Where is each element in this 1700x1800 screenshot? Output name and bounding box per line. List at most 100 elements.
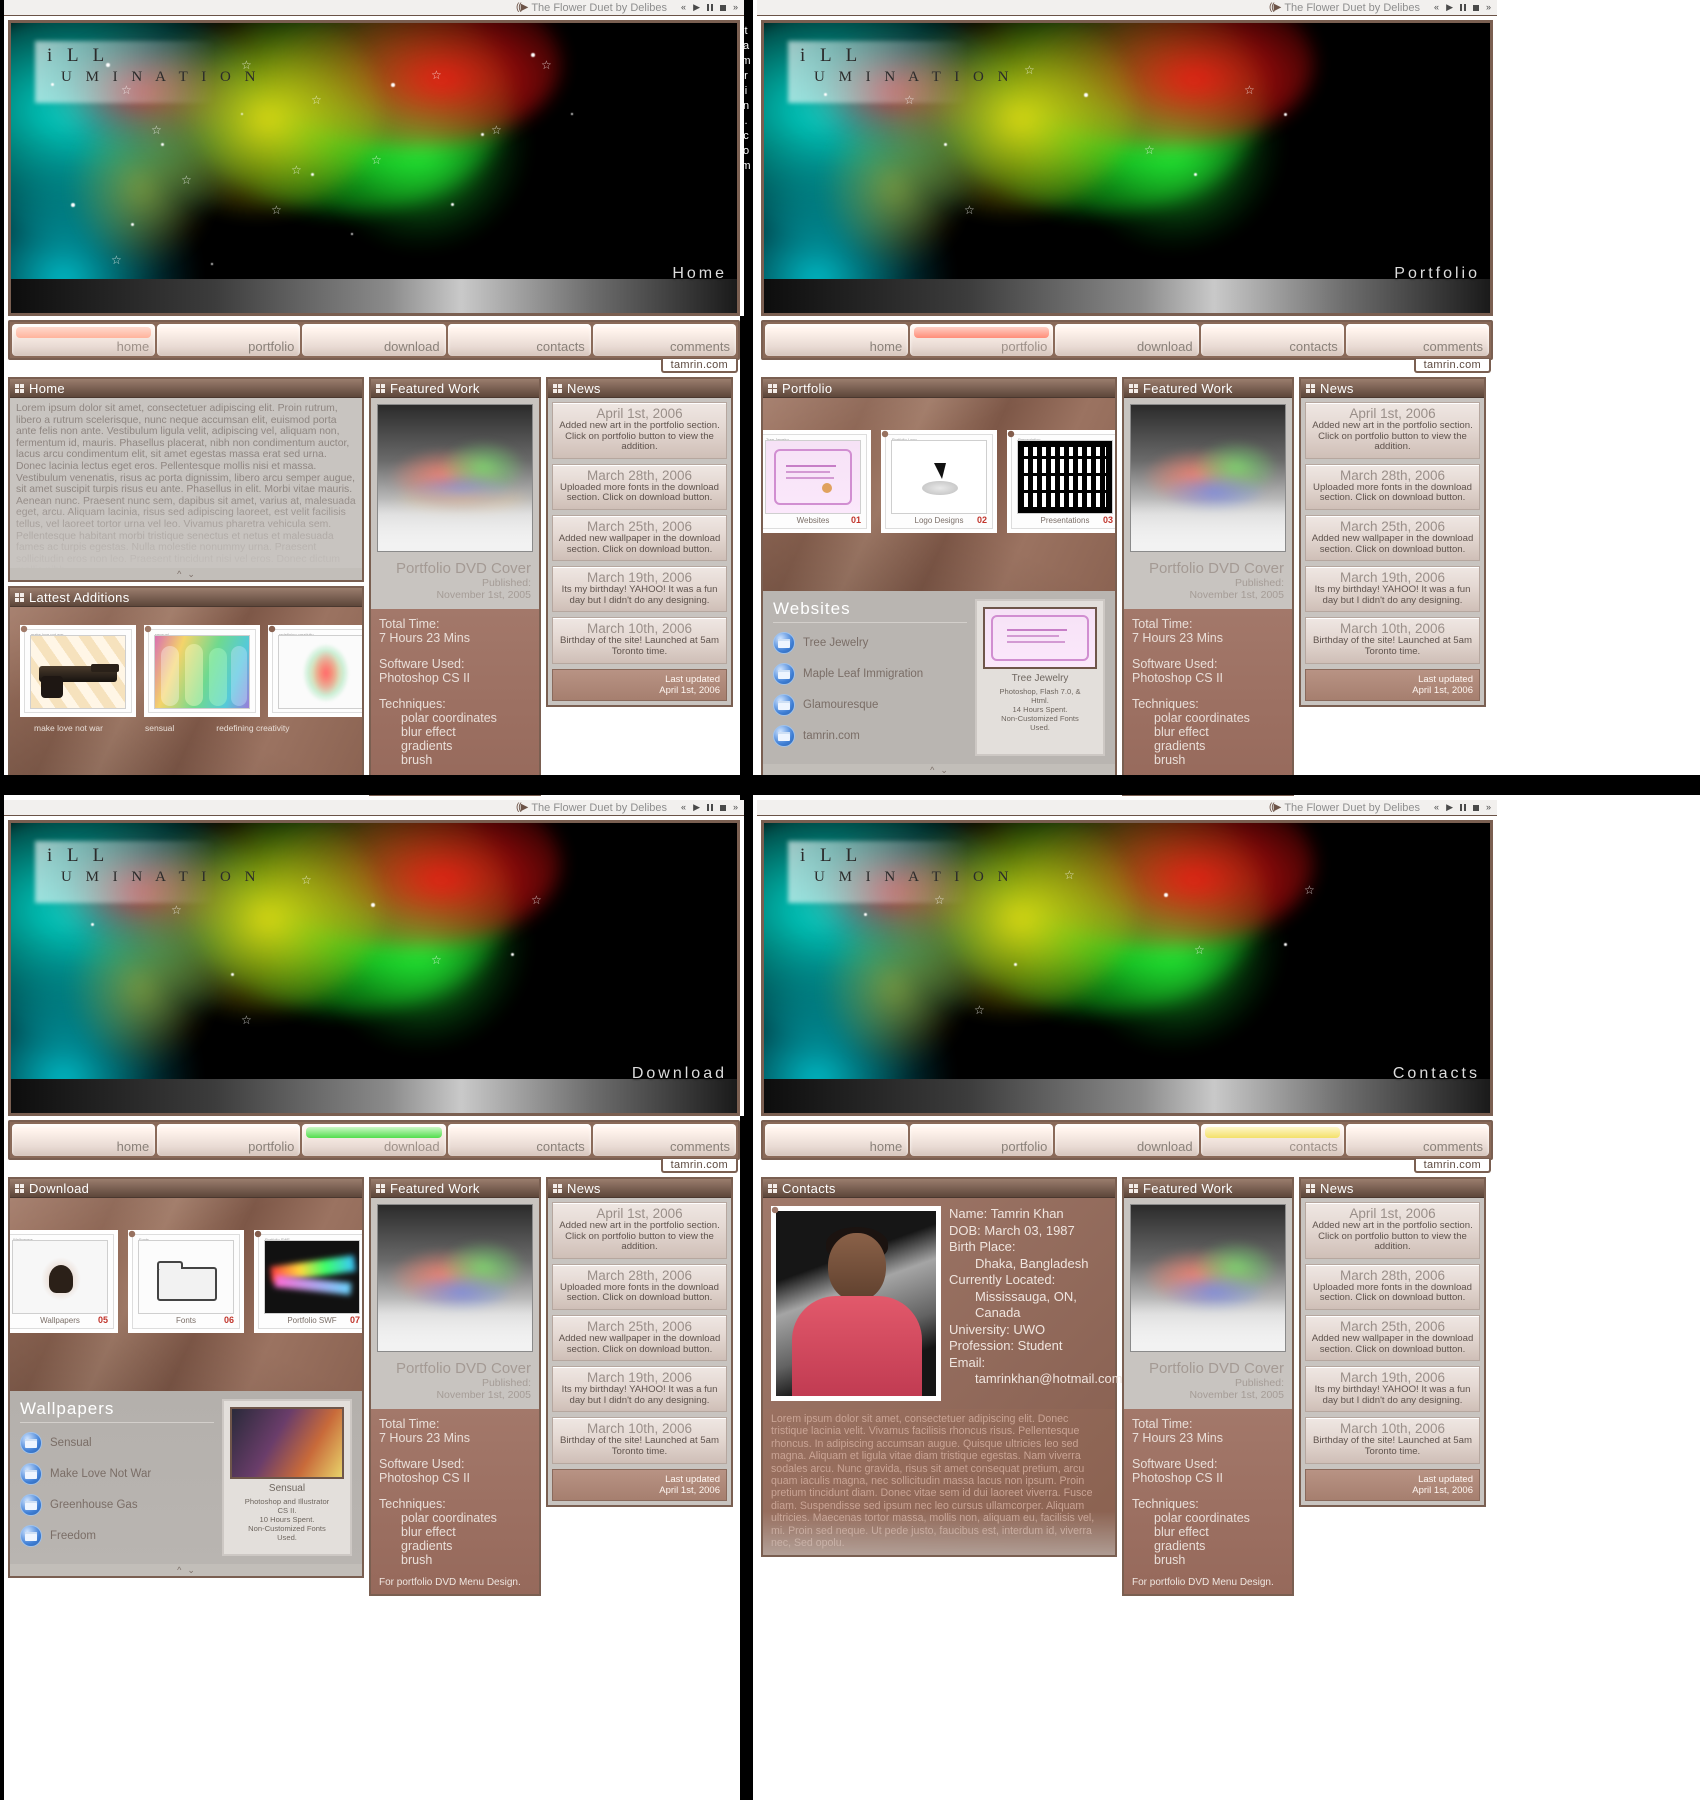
nav-tab-contacts[interactable]: contacts: [447, 324, 591, 356]
news-item[interactable]: March 19th, 2006 Its my birthday! YAHOO!…: [552, 1366, 727, 1413]
home-scroll-arrows[interactable]: ^ ⌄: [10, 568, 362, 580]
news-item[interactable]: March 25th, 2006 Added new wallpaper in …: [552, 514, 727, 562]
stamp-presentations[interactable]: Presentation Presentations 03: [1007, 430, 1115, 533]
news-item[interactable]: March 28th, 2006 Uploaded more fonts in …: [1305, 463, 1480, 510]
nav-tab-contacts[interactable]: contacts: [1200, 1124, 1344, 1156]
news-item[interactable]: March 25th, 2006 Added new wallpaper in …: [1305, 514, 1480, 562]
news-item[interactable]: April 1st, 2006 Added new art in the por…: [1305, 402, 1480, 459]
chevron-up-icon[interactable]: ^: [177, 569, 181, 579]
player-controls[interactable]: « ▶ »: [681, 803, 738, 812]
main-nav[interactable]: home portfolio download contacts comment…: [761, 1120, 1493, 1160]
wallpaper-link[interactable]: Make Love Not War: [20, 1463, 214, 1485]
stamp-item[interactable]: make love not war: [20, 625, 136, 717]
nav-tab-portfolio[interactable]: portfolio: [157, 1124, 301, 1156]
main-nav[interactable]: home portfolio download contacts comment…: [8, 1120, 740, 1160]
pause-icon[interactable]: [1459, 4, 1466, 11]
stamp-wallpapers[interactable]: Wallpapers Wallpapers 05: [10, 1230, 118, 1333]
stop-icon[interactable]: [719, 804, 726, 811]
stamp-item[interactable]: redefining creativity: [268, 625, 362, 717]
chevron-up-icon[interactable]: ^: [177, 1565, 181, 1575]
play-icon[interactable]: ▶: [693, 3, 700, 12]
prev-icon[interactable]: «: [681, 803, 686, 812]
news-item[interactable]: March 10th, 2006 Birthday of the site! L…: [1305, 617, 1480, 664]
next-icon[interactable]: »: [1486, 803, 1491, 812]
news-item[interactable]: April 1st, 2006 Added new art in the por…: [1305, 1202, 1480, 1259]
news-item[interactable]: March 25th, 2006 Added new wallpaper in …: [552, 1314, 727, 1362]
website-link[interactable]: Glamouresque: [773, 694, 967, 716]
player-controls[interactable]: « ▶ »: [681, 3, 738, 12]
news-item[interactable]: April 1st, 2006 Added new art in the por…: [552, 402, 727, 459]
panel-header-news: News: [548, 1179, 731, 1198]
nav-tab-download[interactable]: download: [302, 1124, 446, 1156]
news-item[interactable]: March 10th, 2006 Birthday of the site! L…: [552, 1417, 727, 1464]
stop-icon[interactable]: [719, 4, 726, 11]
prev-icon[interactable]: «: [681, 3, 686, 12]
nav-tab-download[interactable]: download: [1055, 1124, 1199, 1156]
nav-tab-download[interactable]: download: [1055, 324, 1199, 356]
news-item[interactable]: March 10th, 2006 Birthday of the site! L…: [552, 617, 727, 664]
nav-tab-portfolio[interactable]: portfolio: [157, 324, 301, 356]
featured-published-label: Published:: [481, 577, 531, 589]
chevron-down-icon[interactable]: ⌄: [940, 765, 948, 776]
next-icon[interactable]: »: [733, 3, 738, 12]
main-nav[interactable]: home portfolio download contacts comment…: [761, 320, 1493, 360]
play-icon[interactable]: ▶: [693, 803, 700, 812]
home-body-text: Lorem ipsum dolor sit amet, consectetuer…: [16, 403, 356, 568]
news-item[interactable]: March 19th, 2006 Its my birthday! YAHOO!…: [552, 566, 727, 613]
stamp-fonts[interactable]: Fonts Fonts 06: [128, 1230, 244, 1333]
nav-tab-download[interactable]: download: [302, 324, 446, 356]
pause-icon[interactable]: [706, 804, 713, 811]
website-link[interactable]: tamrin.com: [773, 725, 967, 747]
news-item[interactable]: March 10th, 2006 Birthday of the site! L…: [1305, 1417, 1480, 1464]
wallpaper-link[interactable]: Sensual: [20, 1432, 214, 1454]
nav-tab-comments[interactable]: comments: [592, 1124, 737, 1156]
player-controls[interactable]: « ▶ »: [1434, 3, 1491, 12]
nav-tab-home[interactable]: home: [12, 1124, 156, 1156]
play-icon[interactable]: ▶: [1446, 3, 1453, 12]
pause-icon[interactable]: [706, 4, 713, 11]
stamp-item[interactable]: sensual: [144, 625, 260, 717]
nav-tab-portfolio[interactable]: portfolio: [910, 1124, 1054, 1156]
prev-icon[interactable]: «: [1434, 803, 1439, 812]
nav-tab-contacts[interactable]: contacts: [447, 1124, 591, 1156]
player-controls[interactable]: « ▶ »: [1434, 803, 1491, 812]
news-item[interactable]: March 28th, 2006 Uploaded more fonts in …: [1305, 1263, 1480, 1310]
chevron-down-icon[interactable]: ⌄: [187, 569, 195, 580]
nav-tab-contacts[interactable]: contacts: [1200, 324, 1344, 356]
nav-tab-portfolio[interactable]: portfolio: [910, 324, 1054, 356]
stamp-portfolio-swf[interactable]: Portfolio SWF Portfolio SWF 07: [254, 1230, 362, 1333]
chevron-up-icon[interactable]: ^: [930, 765, 934, 775]
news-item[interactable]: April 1st, 2006 Added new art in the por…: [552, 1202, 727, 1259]
news-item[interactable]: March 25th, 2006 Added new wallpaper in …: [1305, 1314, 1480, 1362]
news-item[interactable]: March 19th, 2006 Its my birthday! YAHOO!…: [1305, 1366, 1480, 1413]
nav-tab-comments[interactable]: comments: [1345, 1124, 1490, 1156]
website-link[interactable]: Tree Jewelry: [773, 632, 967, 654]
nav-tab-home[interactable]: home: [765, 1124, 909, 1156]
prev-icon[interactable]: «: [1434, 3, 1439, 12]
panel-download: Download Wallpapers 05 Fonts 06 Portfoli…: [8, 1177, 364, 1578]
stop-icon[interactable]: [1472, 804, 1479, 811]
column-news: News April 1st, 2006 Added new art in th…: [1299, 1177, 1486, 1600]
nav-tab-comments[interactable]: comments: [592, 324, 737, 356]
chevron-down-icon[interactable]: ⌄: [187, 1565, 195, 1576]
stop-icon[interactable]: [1472, 4, 1479, 11]
next-icon[interactable]: »: [733, 803, 738, 812]
nav-tab-home[interactable]: home: [12, 324, 156, 356]
stamp-logo-designs[interactable]: Portfolio Logo Logo Designs 02: [881, 430, 997, 533]
news-item[interactable]: March 19th, 2006 Its my birthday! YAHOO!…: [1305, 566, 1480, 613]
stamp-websites[interactable]: Tree Jewelry Websites: [763, 430, 871, 533]
website-link[interactable]: Maple Leaf Immigration: [773, 663, 967, 685]
download-scroll-arrows[interactable]: ^ ⌄: [10, 1564, 362, 1576]
news-item[interactable]: March 28th, 2006 Uploaded more fonts in …: [552, 463, 727, 510]
pause-icon[interactable]: [1459, 804, 1466, 811]
news-date: March 28th, 2006: [586, 467, 693, 483]
wallpaper-link[interactable]: Greenhouse Gas: [20, 1494, 214, 1516]
play-icon[interactable]: ▶: [1446, 803, 1453, 812]
main-nav[interactable]: home portfolio download contacts comment…: [8, 320, 740, 360]
wallpaper-link[interactable]: Freedom: [20, 1525, 214, 1547]
nav-tab-home[interactable]: home: [765, 324, 909, 356]
news-item[interactable]: March 28th, 2006 Uploaded more fonts in …: [552, 1263, 727, 1310]
next-icon[interactable]: »: [1486, 3, 1491, 12]
email-value[interactable]: tamrinkhan@hotmail.com: [949, 1371, 1123, 1388]
nav-tab-comments[interactable]: comments: [1345, 324, 1490, 356]
